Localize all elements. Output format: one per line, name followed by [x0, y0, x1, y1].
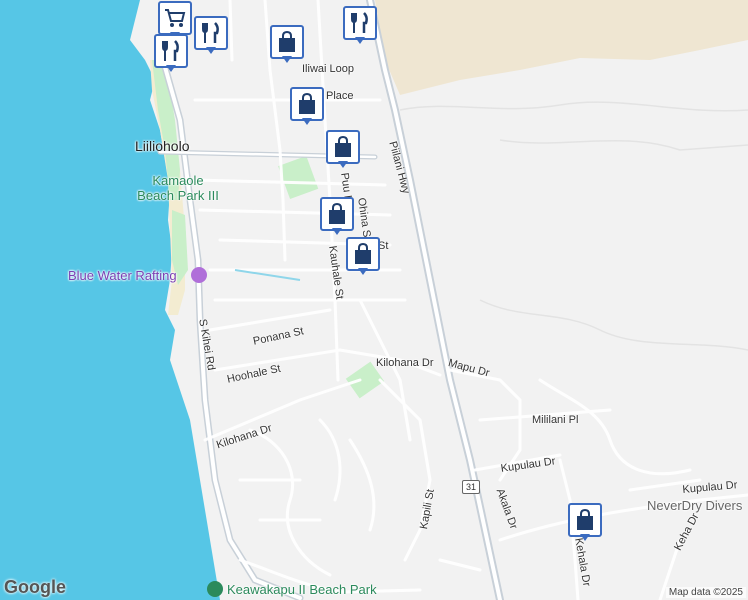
- street-mililani: Mililani Pl: [532, 414, 579, 426]
- street-iliwai-loop: Iliwai Loop: [302, 63, 354, 75]
- park-label-keawakapu[interactable]: Keawakapu II Beach Park: [227, 582, 377, 597]
- shopping-bag-icon: [355, 242, 371, 264]
- map-attribution[interactable]: Map data ©2025: [665, 587, 746, 598]
- street-place: Place: [326, 90, 354, 102]
- poi-label-neverdry-divers[interactable]: NeverDry Divers: [647, 498, 742, 513]
- shopping-bag-icon: [279, 30, 295, 52]
- marker-shopping-bag-4[interactable]: [320, 197, 354, 237]
- poi-label-blue-water-rafting[interactable]: Blue Water Rafting: [68, 268, 177, 283]
- map-base-layer: [0, 0, 748, 600]
- marker-restaurant-3[interactable]: [343, 6, 377, 46]
- route-shield: 31: [462, 480, 480, 494]
- restaurant-icon: [351, 12, 368, 33]
- map-canvas[interactable]: Liilioholo Kamaole Beach Park III Keawak…: [0, 0, 748, 600]
- park-icon: [207, 581, 223, 597]
- google-logo: Google: [4, 577, 66, 597]
- restaurant-icon: [162, 40, 179, 61]
- marker-shopping-bag-2[interactable]: [290, 87, 324, 127]
- marker-shopping-bag-3[interactable]: [326, 130, 360, 170]
- marker-shopping-bag-6[interactable]: [568, 503, 602, 543]
- shopping-bag-icon: [329, 202, 345, 224]
- marker-restaurant-1[interactable]: [194, 16, 228, 56]
- place-label-liiliholo: Liilioholo: [135, 138, 190, 154]
- marker-shopping-bag-5[interactable]: [346, 237, 380, 277]
- shopping-bag-icon: [577, 508, 593, 530]
- shopping-bag-icon: [335, 135, 351, 157]
- shopping-bag-icon: [299, 92, 315, 114]
- marker-shopping-bag-1[interactable]: [270, 25, 304, 65]
- marker-restaurant-2[interactable]: [154, 34, 188, 74]
- street-kilohana-2: Kilohana Dr: [376, 357, 434, 369]
- restaurant-icon: [202, 22, 219, 43]
- shopping-cart-icon: [165, 9, 186, 27]
- camera-icon[interactable]: [191, 267, 207, 283]
- park-label-kamaole[interactable]: Kamaole Beach Park III: [128, 173, 228, 203]
